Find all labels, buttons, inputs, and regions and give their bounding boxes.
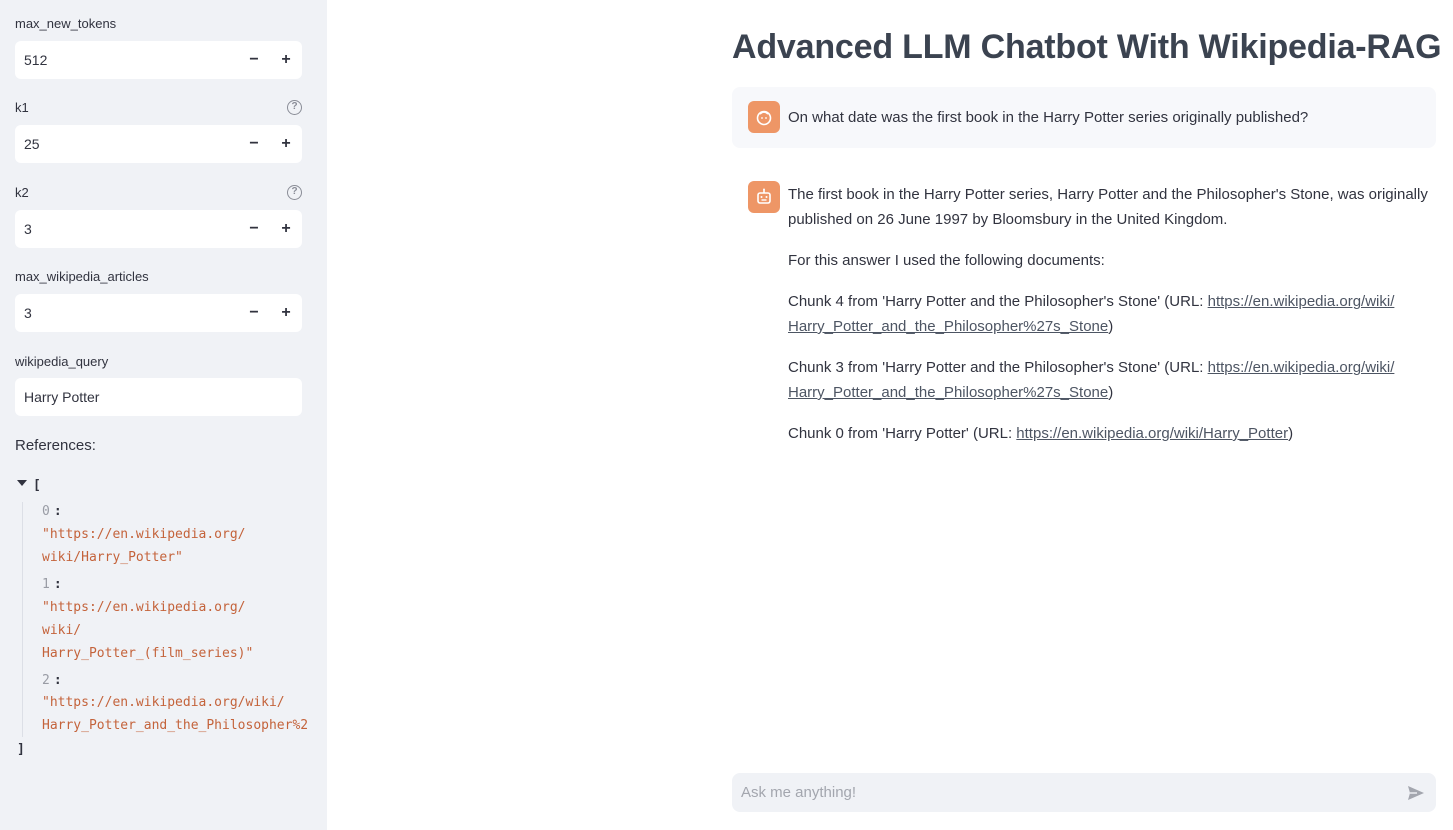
user-message: On what date was the first book in the H… [732, 87, 1436, 148]
user-avatar-icon [748, 101, 780, 133]
k1-input[interactable]: 25 − + [15, 125, 302, 163]
source-link[interactable]: https://en.wikipedia.org/wiki/Harry_Pott… [1016, 425, 1288, 442]
page-title: Advanced LLM Chatbot With Wikipedia-RAG [732, 28, 1442, 66]
assistant-docs-intro: For this answer I used the following doc… [788, 252, 1105, 269]
max-new-tokens-input[interactable]: 512 − + [15, 41, 302, 79]
json-item-value[interactable]: "https://en.wikipedia.org/ wiki/ Harry_P… [42, 596, 253, 665]
k2-value[interactable]: 3 [15, 221, 238, 237]
json-item-index: 2: [42, 673, 62, 688]
sidebar: max_new_tokens 512 − + k1 ? 25 − + k2 ? … [0, 0, 327, 830]
json-open-bracket: [ [33, 478, 41, 493]
max-new-tokens-label: max_new_tokens [15, 16, 117, 31]
source-item: Chunk 3 from 'Harry Potter and the Philo… [788, 359, 1395, 401]
json-item-index: 1: [42, 577, 62, 592]
main-content: Advanced LLM Chatbot With Wikipedia-RAG … [327, 0, 1453, 830]
source-item: Chunk 4 from 'Harry Potter and the Philo… [788, 293, 1395, 335]
json-item-value[interactable]: "https://en.wikipedia.org/ wiki/Harry_Po… [42, 523, 246, 569]
max-new-tokens-decrement-button[interactable]: − [238, 41, 270, 79]
json-indent-guide [22, 502, 23, 737]
user-message-text: On what date was the first book in the H… [788, 109, 1309, 126]
source-item: Chunk 0 from 'Harry Potter' (URL: https:… [788, 425, 1294, 442]
send-icon[interactable] [1406, 783, 1426, 803]
assistant-answer: The first book in the Harry Potter serie… [788, 186, 1428, 228]
k2-help-icon[interactable]: ? [287, 185, 302, 200]
k1-increment-button[interactable]: + [270, 125, 302, 163]
max-wikipedia-articles-input[interactable]: 3 − + [15, 294, 302, 332]
k2-label: k2 [15, 185, 29, 200]
assistant-avatar-icon [748, 181, 780, 213]
max-wikipedia-articles-value[interactable]: 3 [15, 305, 238, 321]
wikipedia-query-label: wikipedia_query [15, 354, 109, 369]
k2-decrement-button[interactable]: − [238, 210, 270, 248]
chat-input-container [732, 773, 1436, 812]
k1-label: k1 [15, 100, 29, 115]
references-label: References: [15, 437, 96, 454]
max-wikipedia-articles-decrement-button[interactable]: − [238, 294, 270, 332]
max-wikipedia-articles-increment-button[interactable]: + [270, 294, 302, 332]
k1-help-icon[interactable]: ? [287, 100, 302, 115]
k1-decrement-button[interactable]: − [238, 125, 270, 163]
chat-input[interactable] [732, 773, 1392, 812]
k1-value[interactable]: 25 [15, 136, 238, 152]
collapse-toggle-icon[interactable] [17, 480, 27, 486]
json-item-value[interactable]: "https://en.wikipedia.org/wiki/ Harry_Po… [42, 691, 308, 737]
max-wikipedia-articles-label: max_wikipedia_articles [15, 269, 149, 284]
k2-input[interactable]: 3 − + [15, 210, 302, 248]
max-new-tokens-value[interactable]: 512 [15, 52, 238, 68]
wikipedia-query-input[interactable]: Harry Potter [15, 378, 302, 416]
k2-increment-button[interactable]: + [270, 210, 302, 248]
assistant-message: The first book in the Harry Potter serie… [788, 182, 1438, 462]
json-close-bracket: ] [17, 742, 25, 757]
json-item-index: 0: [42, 504, 62, 519]
max-new-tokens-increment-button[interactable]: + [270, 41, 302, 79]
